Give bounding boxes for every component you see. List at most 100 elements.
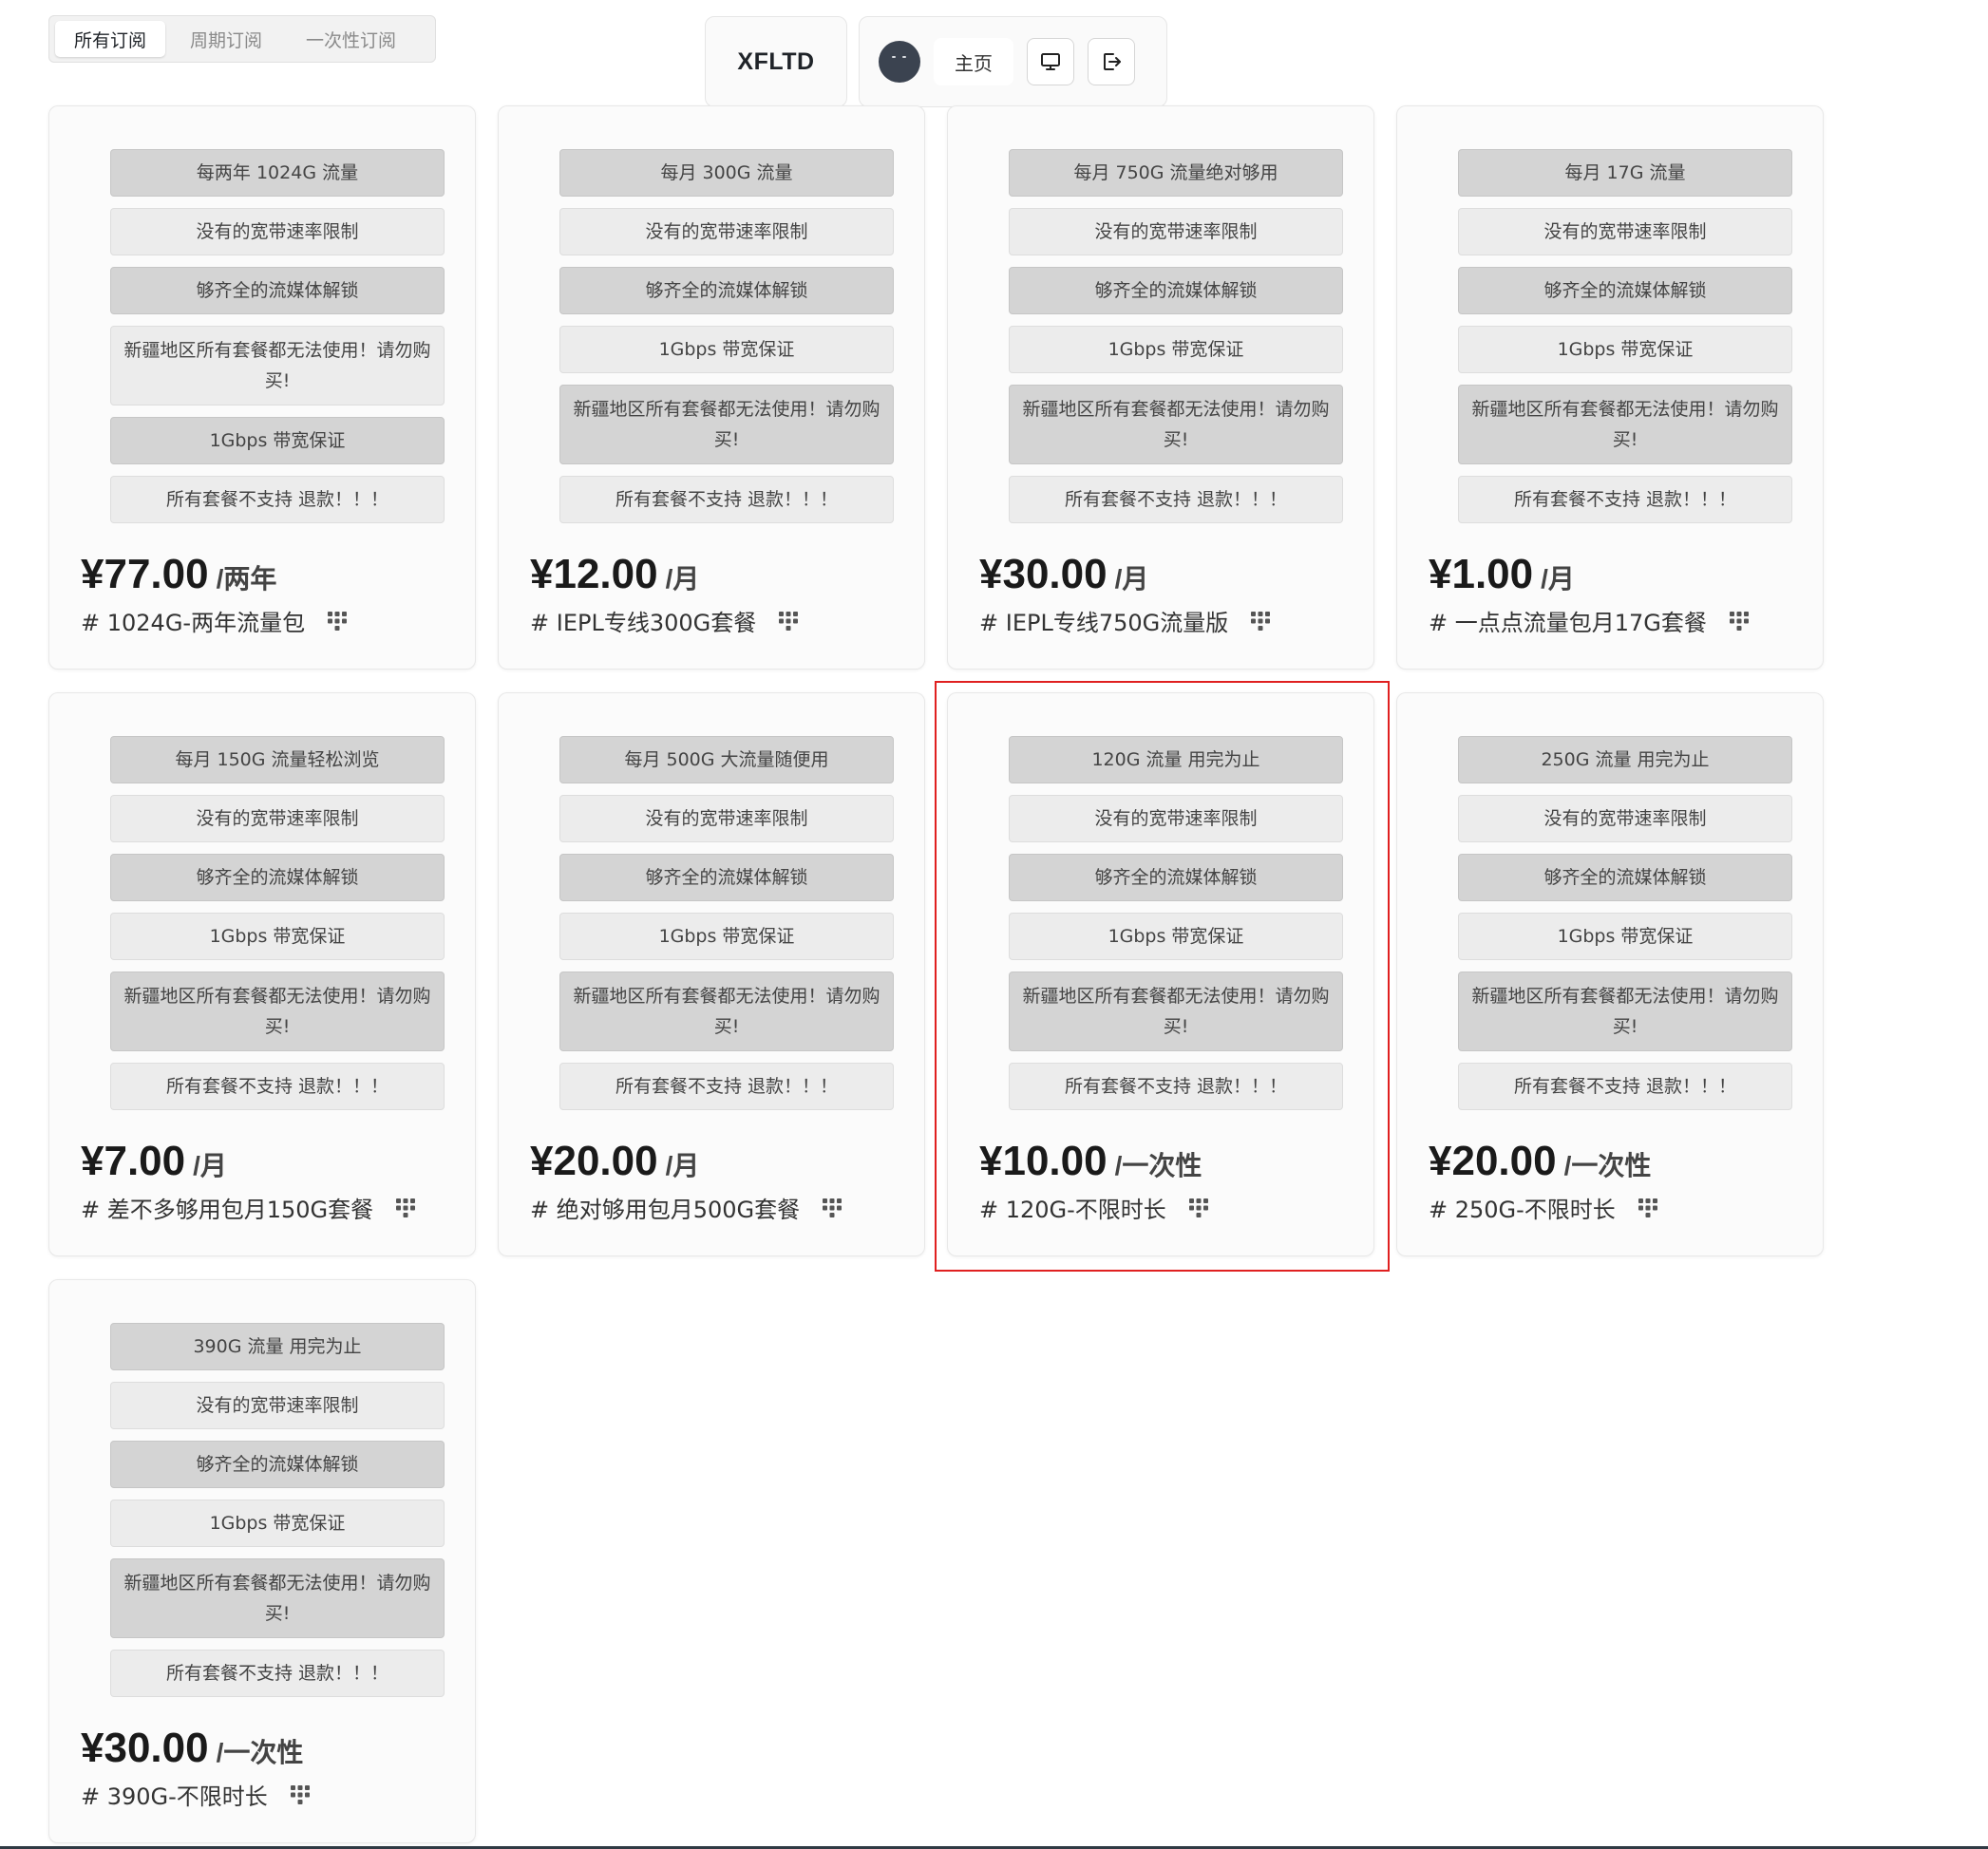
- plan-feature: 够齐全的流媒体解锁: [559, 854, 894, 901]
- plan-feature: 够齐全的流媒体解锁: [1458, 267, 1792, 314]
- plan-feature-list: 每月 17G 流量 没有的宽带速率限制 够齐全的流媒体解锁 1Gbps 带宽保证 新疆地…: [1458, 149, 1792, 523]
- qr-code-icon[interactable]: [1249, 610, 1272, 632]
- plan-feature: 所有套餐不支持 退款！！！: [559, 1063, 894, 1110]
- plan-feature: 所有套餐不支持 退款！！！: [110, 476, 445, 523]
- plan-feature: 没有的宽带速率限制: [1009, 208, 1343, 255]
- plan-feature: 1Gbps 带宽保证: [110, 1500, 445, 1547]
- plan-card[interactable]: 250G 流量 用完为止 没有的宽带速率限制 够齐全的流媒体解锁 1Gbps 带宽保证…: [1396, 692, 1824, 1256]
- subscription-filter-tabs: 所有订阅 周期订阅 一次性订阅: [48, 15, 436, 63]
- plan-feature: 1Gbps 带宽保证: [110, 913, 445, 960]
- plan-card[interactable]: 每月 300G 流量 没有的宽带速率限制 够齐全的流媒体解锁 1Gbps 带宽保证 新疆…: [498, 105, 925, 670]
- price-value: ¥10.00: [979, 1138, 1108, 1184]
- plan-name: # 差不多够用包月150G套餐: [81, 1197, 374, 1223]
- plan-feature: 390G 流量 用完为止: [110, 1323, 445, 1370]
- plan-name-row: # 绝对够用包月500G套餐: [530, 1191, 843, 1224]
- home-button[interactable]: 主页: [934, 38, 1013, 85]
- plan-feature: 每月 300G 流量: [559, 149, 894, 197]
- plan-feature: 新疆地区所有套餐都无法使用！请勿购买!: [1009, 385, 1343, 464]
- plan-card[interactable]: 120G 流量 用完为止 没有的宽带速率限制 够齐全的流媒体解锁 1Gbps 带宽保证…: [947, 692, 1374, 1256]
- monitor-icon: [1041, 53, 1060, 70]
- plan-feature-list: 每月 300G 流量 没有的宽带速率限制 够齐全的流媒体解锁 1Gbps 带宽保证 新疆…: [559, 149, 894, 523]
- avatar[interactable]: [879, 41, 920, 83]
- plan-name-row: # IEPL专线300G套餐: [530, 604, 800, 637]
- price-period: /月: [1114, 564, 1149, 594]
- price-value: ¥7.00: [81, 1138, 186, 1184]
- qr-code-icon[interactable]: [1728, 610, 1751, 632]
- price-value: ¥30.00: [979, 551, 1108, 597]
- plan-name: # IEPL专线300G套餐: [530, 610, 757, 636]
- plan-feature: 1Gbps 带宽保证: [1009, 913, 1343, 960]
- plan-card[interactable]: 每月 500G 大流量随便用 没有的宽带速率限制 够齐全的流媒体解锁 1Gbps 带宽…: [498, 692, 925, 1256]
- price-value: ¥20.00: [1429, 1138, 1557, 1184]
- price-period: /一次性: [216, 1738, 304, 1767]
- plan-feature: 1Gbps 带宽保证: [1458, 326, 1792, 373]
- price-value: ¥20.00: [530, 1138, 658, 1184]
- plan-feature: 1Gbps 带宽保证: [110, 417, 445, 464]
- plan-card[interactable]: 每月 17G 流量 没有的宽带速率限制 够齐全的流媒体解锁 1Gbps 带宽保证 新疆地…: [1396, 105, 1824, 670]
- plan-feature-list: 每两年 1024G 流量 没有的宽带速率限制 够齐全的流媒体解锁 新疆地区所有套餐都无…: [110, 149, 445, 523]
- qr-code-icon[interactable]: [1187, 1197, 1210, 1219]
- plan-name-row: # IEPL专线750G流量版: [979, 604, 1272, 637]
- plan-card[interactable]: 390G 流量 用完为止 没有的宽带速率限制 够齐全的流媒体解锁 1Gbps 带宽保证…: [48, 1279, 476, 1843]
- plan-feature: 1Gbps 带宽保证: [559, 326, 894, 373]
- top-nav: 主页: [859, 16, 1167, 107]
- qr-code-icon[interactable]: [394, 1197, 417, 1219]
- plan-feature: 新疆地区所有套餐都无法使用！请勿购买!: [1009, 972, 1343, 1051]
- logout-icon: [1104, 53, 1121, 70]
- plan-feature: 新疆地区所有套餐都无法使用！请勿购买!: [559, 385, 894, 464]
- tab-all-subscriptions[interactable]: 所有订阅: [55, 21, 166, 57]
- brand-logo[interactable]: XFLTD: [705, 16, 847, 107]
- price-value: ¥1.00: [1429, 551, 1534, 597]
- plan-feature: 够齐全的流媒体解锁: [110, 1441, 445, 1488]
- qr-code-icon[interactable]: [821, 1197, 843, 1219]
- plan-feature: 所有套餐不支持 退款！！！: [1458, 1063, 1792, 1110]
- plan-feature-list: 每月 150G 流量轻松浏览 没有的宽带速率限制 够齐全的流媒体解锁 1Gbps 带宽…: [110, 736, 445, 1110]
- plan-name-row: # 390G-不限时长: [81, 1778, 312, 1811]
- plan-feature: 够齐全的流媒体解锁: [1009, 267, 1343, 314]
- plan-feature-list: 每月 750G 流量绝对够用 没有的宽带速率限制 够齐全的流媒体解锁 1Gbps 带宽…: [1009, 149, 1343, 523]
- qr-code-icon[interactable]: [1637, 1197, 1659, 1219]
- plan-feature: 每月 17G 流量: [1458, 149, 1792, 197]
- tab-one-time-subscriptions[interactable]: 一次性订阅: [287, 21, 415, 57]
- plan-price: ¥10.00/一次性: [979, 1138, 1202, 1185]
- qr-code-icon[interactable]: [289, 1783, 312, 1806]
- plan-feature: 没有的宽带速率限制: [1458, 795, 1792, 842]
- plan-price: ¥7.00/月: [81, 1138, 227, 1185]
- plan-feature: 1Gbps 带宽保证: [1009, 326, 1343, 373]
- plan-feature: 所有套餐不支持 退款！！！: [559, 476, 894, 523]
- plan-feature: 够齐全的流媒体解锁: [1458, 854, 1792, 901]
- plan-name: # 120G-不限时长: [979, 1197, 1166, 1223]
- plan-name-row: # 差不多够用包月150G套餐: [81, 1191, 417, 1224]
- price-period: /月: [193, 1151, 227, 1180]
- plan-feature-list: 250G 流量 用完为止 没有的宽带速率限制 够齐全的流媒体解锁 1Gbps 带宽保证…: [1458, 736, 1792, 1110]
- plan-feature: 所有套餐不支持 退款！！！: [1458, 476, 1792, 523]
- price-value: ¥77.00: [81, 551, 209, 597]
- price-period: /两年: [216, 564, 277, 594]
- plan-card[interactable]: 每两年 1024G 流量 没有的宽带速率限制 够齐全的流媒体解锁 新疆地区所有套餐都无…: [48, 105, 476, 670]
- plan-feature-list: 390G 流量 用完为止 没有的宽带速率限制 够齐全的流媒体解锁 1Gbps 带宽保证…: [110, 1323, 445, 1697]
- plan-feature: 所有套餐不支持 退款！！！: [1009, 1063, 1343, 1110]
- plan-feature: 所有套餐不支持 退款！！！: [110, 1650, 445, 1697]
- plan-card[interactable]: 每月 750G 流量绝对够用 没有的宽带速率限制 够齐全的流媒体解锁 1Gbps 带宽…: [947, 105, 1374, 670]
- qr-code-icon[interactable]: [326, 610, 349, 632]
- plan-card[interactable]: 每月 150G 流量轻松浏览 没有的宽带速率限制 够齐全的流媒体解锁 1Gbps 带宽…: [48, 692, 476, 1256]
- plan-name-row: # 1024G-两年流量包: [81, 604, 349, 637]
- tab-periodic-subscriptions[interactable]: 周期订阅: [171, 21, 281, 57]
- logout-button[interactable]: [1088, 38, 1135, 85]
- plan-feature: 新疆地区所有套餐都无法使用！请勿购买!: [110, 1558, 445, 1638]
- monitor-button[interactable]: [1027, 38, 1074, 85]
- plan-feature: 新疆地区所有套餐都无法使用！请勿购买!: [1458, 972, 1792, 1051]
- price-period: /一次性: [1563, 1151, 1652, 1180]
- plan-feature: 新疆地区所有套餐都无法使用！请勿购买!: [110, 972, 445, 1051]
- price-value: ¥30.00: [81, 1725, 209, 1771]
- plan-name: # 1024G-两年流量包: [81, 610, 306, 636]
- plan-price: ¥12.00/月: [530, 551, 699, 598]
- plan-name: # 一点点流量包月17G套餐: [1429, 610, 1707, 636]
- price-period: /月: [1541, 564, 1575, 594]
- plan-name-row: # 120G-不限时长: [979, 1191, 1210, 1224]
- plan-price: ¥30.00/月: [979, 551, 1148, 598]
- plan-feature: 新疆地区所有套餐都无法使用！请勿购买!: [1458, 385, 1792, 464]
- plan-name: # 390G-不限时长: [81, 1783, 268, 1810]
- plan-feature: 没有的宽带速率限制: [110, 795, 445, 842]
- qr-code-icon[interactable]: [777, 610, 800, 632]
